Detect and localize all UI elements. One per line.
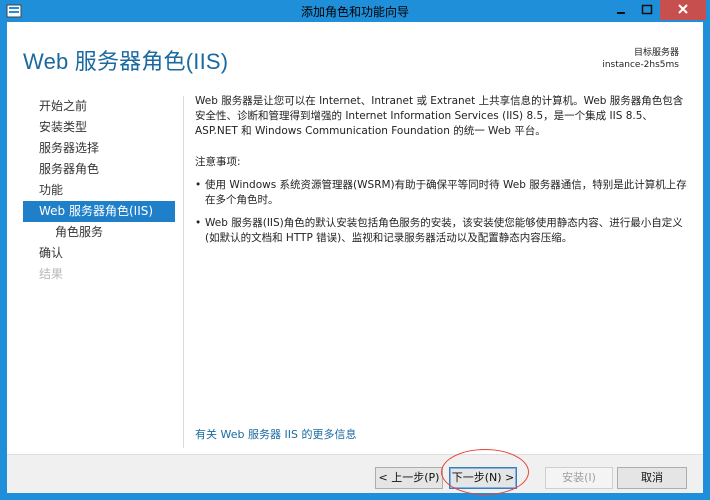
note-bullet-wsrm: 使用 Windows 系统资源管理器(WSRM)有助于确保平等同时待 Web 服… [195, 178, 687, 208]
maximize-icon [641, 4, 653, 15]
intro-text: Web 服务器是让您可以在 Internet、Intranet 或 Extran… [195, 95, 684, 137]
nav-divider [183, 96, 184, 448]
notes-heading: 注意事项: [195, 156, 241, 168]
window-title: 添加角色和功能向导 [300, 5, 409, 19]
page-title: Web 服务器角色(IIS) [23, 49, 229, 74]
title-bar[interactable]: 添加角色和功能向导 [0, 0, 710, 22]
target-server-label: 目标服务器 [633, 48, 679, 58]
nav-item-results: 结果 [39, 267, 64, 281]
wizard-body: Web 服务器角色(IIS) 目标服务器 instance-2hs5ms 开始之… [7, 22, 703, 495]
note-bullet-default-install: Web 服务器(IIS)角色的默认安装包括角色服务的安装，该安装使您能够使用静态… [195, 216, 687, 246]
maximize-button[interactable] [634, 0, 660, 20]
window-frame: 添加角色和功能向导 Web 服务器角色(IIS) 目标服务器 instance-… [0, 0, 710, 500]
wizard-footer: < 上一步(P) 下一步(N) > 安装(I) 取消 [7, 454, 703, 493]
close-icon [678, 4, 688, 14]
minimize-button[interactable] [608, 0, 634, 20]
nav-item-features[interactable]: 功能 [23, 180, 175, 201]
wizard-nav: 开始之前 安装类型 服务器选择 服务器角色 功能 Web 服务器角色(IIS) … [23, 96, 175, 285]
nav-item-server-selection[interactable]: 服务器选择 [23, 138, 175, 159]
cancel-button[interactable]: 取消 [617, 467, 687, 489]
nav-item-confirmation[interactable]: 确认 [23, 243, 175, 264]
install-button: 安装(I) [545, 467, 613, 489]
target-server-block: 目标服务器 instance-2hs5ms [602, 47, 679, 71]
target-server-name: instance-2hs5ms [602, 60, 679, 70]
nav-item-role-services[interactable]: 角色服务 [23, 222, 175, 243]
nav-item-before-you-begin[interactable]: 开始之前 [23, 96, 175, 117]
minimize-icon [617, 12, 625, 14]
nav-item-installation-type[interactable]: 安装类型 [23, 117, 175, 138]
nav-item-web-server-role[interactable]: Web 服务器角色(IIS) [23, 201, 175, 222]
next-button[interactable]: 下一步(N) > [449, 467, 517, 489]
close-button[interactable] [660, 0, 706, 20]
nav-item-server-roles[interactable]: 服务器角色 [23, 159, 175, 180]
more-info-link[interactable]: 有关 Web 服务器 IIS 的更多信息 [195, 426, 356, 442]
previous-button[interactable]: < 上一步(P) [375, 467, 443, 489]
content-pane: Web 服务器是让您可以在 Internet、Intranet 或 Extran… [195, 94, 687, 254]
